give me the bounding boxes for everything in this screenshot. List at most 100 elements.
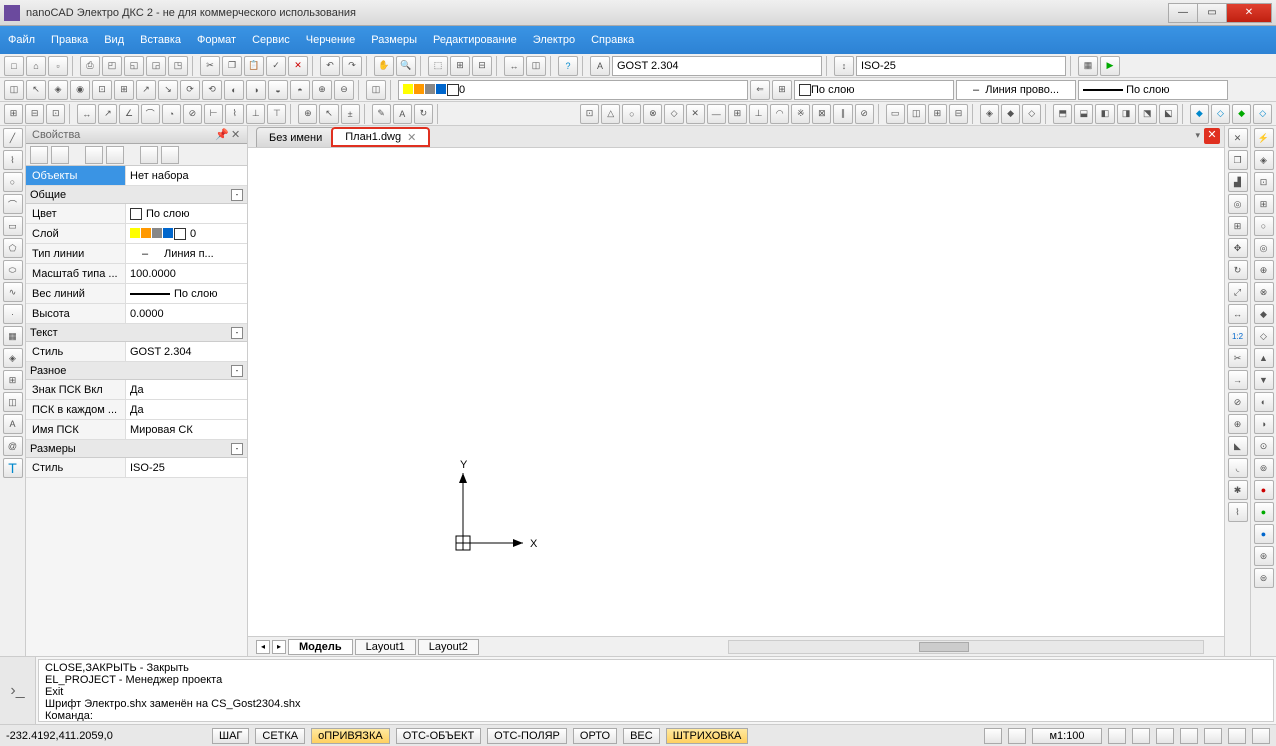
tb2-6[interactable]: ⊞ xyxy=(114,80,134,100)
textstyle-select[interactable]: GOST 2.304 xyxy=(612,56,822,76)
el-1[interactable]: ⚡ xyxy=(1254,128,1274,148)
el-9[interactable]: ◆ xyxy=(1254,304,1274,324)
osnap-cen[interactable]: ○ xyxy=(622,104,641,124)
mtext-icon[interactable]: A xyxy=(3,414,23,434)
section-general[interactable]: Общие- xyxy=(26,186,247,204)
el-4[interactable]: ⊞ xyxy=(1254,194,1274,214)
distance-icon[interactable]: ↔ xyxy=(504,56,524,76)
layer-prev-icon[interactable]: ⇐ xyxy=(750,80,770,100)
dim-edit[interactable]: ✎ xyxy=(372,104,391,124)
rotate-icon[interactable]: ↻ xyxy=(1228,260,1248,280)
section-misc[interactable]: Разное- xyxy=(26,362,247,380)
text-icon[interactable]: T xyxy=(3,458,23,478)
view-back[interactable]: ⬕ xyxy=(1159,104,1178,124)
status-icon-7[interactable] xyxy=(1204,728,1222,744)
color-select[interactable]: По слою xyxy=(794,80,954,100)
lineweight-select[interactable]: По слою xyxy=(1078,80,1228,100)
stretch-icon[interactable]: ↔ xyxy=(1228,304,1248,324)
section-dims[interactable]: Размеры- xyxy=(26,440,247,458)
close-button[interactable]: ✕ xyxy=(1226,3,1272,23)
status-icon-6[interactable] xyxy=(1180,728,1198,744)
trim-icon[interactable]: ✂ xyxy=(1228,348,1248,368)
close-all-tabs-icon[interactable]: ✕ xyxy=(1204,128,1220,144)
hatch-icon[interactable]: ▦ xyxy=(3,326,23,346)
erase-icon[interactable]: ✕ xyxy=(1228,128,1248,148)
cut-icon[interactable]: ✂ xyxy=(200,56,220,76)
vp-2[interactable]: ◫ xyxy=(907,104,926,124)
dim-tol[interactable]: ± xyxy=(341,104,360,124)
tb2-10[interactable]: ⟲ xyxy=(202,80,222,100)
osnap-int[interactable]: ✕ xyxy=(686,104,705,124)
menu-file[interactable]: Файл xyxy=(8,34,35,46)
pt-4[interactable] xyxy=(106,146,124,164)
lt-first[interactable]: ◂ xyxy=(256,640,270,654)
pan-icon[interactable]: ✋ xyxy=(374,56,394,76)
tb2-cursor[interactable]: ↖ xyxy=(26,80,46,100)
status-icon-8[interactable] xyxy=(1228,728,1246,744)
dim-tedit[interactable]: A xyxy=(393,104,412,124)
dim-cont[interactable]: ⊤ xyxy=(267,104,286,124)
status-icon-1[interactable] xyxy=(984,728,1002,744)
tb2-9[interactable]: ⟳ xyxy=(180,80,200,100)
tb2-13[interactable]: ◒ xyxy=(268,80,288,100)
el-14[interactable]: ◑ xyxy=(1254,414,1274,434)
osnap-node[interactable]: ⊗ xyxy=(643,104,662,124)
status-icon-5[interactable] xyxy=(1156,728,1174,744)
prop-ucs-name[interactable]: Имя ПСК Мировая СК xyxy=(26,420,247,440)
view-top[interactable]: ⬒ xyxy=(1053,104,1072,124)
zoom-icon[interactable]: 🔍 xyxy=(396,56,416,76)
pt-6[interactable] xyxy=(161,146,179,164)
scale-icon[interactable]: ⤢ xyxy=(1228,282,1248,302)
el-20[interactable]: ⊛ xyxy=(1254,546,1274,566)
osnap-none[interactable]: ⊘ xyxy=(855,104,874,124)
undo-icon[interactable]: ↶ xyxy=(320,56,340,76)
el-3[interactable]: ⊡ xyxy=(1254,172,1274,192)
status-scale[interactable]: м1:100 xyxy=(1032,728,1102,744)
dim-update[interactable]: ↻ xyxy=(414,104,433,124)
redo-icon[interactable]: ↷ xyxy=(342,56,362,76)
el-5[interactable]: ○ xyxy=(1254,216,1274,236)
pt-3[interactable] xyxy=(85,146,103,164)
zoom-window-icon[interactable]: ⬚ xyxy=(428,56,448,76)
settings-icon[interactable]: ▶ xyxy=(1100,56,1120,76)
osnap-tan[interactable]: ◠ xyxy=(770,104,789,124)
3d-3[interactable]: ◇ xyxy=(1022,104,1041,124)
view-right[interactable]: ◨ xyxy=(1117,104,1136,124)
zoom-extents-icon[interactable]: ⊞ xyxy=(450,56,470,76)
status-icon-9[interactable] xyxy=(1252,728,1270,744)
zoom-prev-icon[interactable]: ⊟ xyxy=(472,56,492,76)
array-icon[interactable]: ⊞ xyxy=(1228,216,1248,236)
lt-prev[interactable]: ▸ xyxy=(272,640,286,654)
view-front[interactable]: ⬔ xyxy=(1138,104,1157,124)
dim-radius[interactable]: ◔ xyxy=(162,104,181,124)
layer-select[interactable]: 0 xyxy=(398,80,748,100)
linetype-select[interactable]: – Линия прово... xyxy=(956,80,1076,100)
pt-5[interactable] xyxy=(140,146,158,164)
osnap-quad[interactable]: ◇ xyxy=(664,104,683,124)
menu-modify[interactable]: Редактирование xyxy=(433,34,517,46)
prop-textstyle[interactable]: Стиль GOST 2.304 xyxy=(26,342,247,362)
doc-tab-untitled[interactable]: Без имени xyxy=(256,127,335,147)
tb2-3[interactable]: ◈ xyxy=(48,80,68,100)
fillet-icon[interactable]: ◟ xyxy=(1228,458,1248,478)
delete-icon[interactable]: ✕ xyxy=(288,56,308,76)
region-icon[interactable]: ◈ xyxy=(3,348,23,368)
osnap-par[interactable]: ∥ xyxy=(833,104,852,124)
tb2-5[interactable]: ⊡ xyxy=(92,80,112,100)
tb2-4[interactable]: ◉ xyxy=(70,80,90,100)
join-icon[interactable]: ⊕ xyxy=(1228,414,1248,434)
tb2-11[interactable]: ◐ xyxy=(224,80,244,100)
ellipse-icon[interactable]: ⬭ xyxy=(3,260,23,280)
explode-icon[interactable]: ✱ xyxy=(1228,480,1248,500)
dim-1[interactable]: ⊞ xyxy=(4,104,23,124)
prop-objects[interactable]: Объекты Нет набора xyxy=(26,166,247,186)
minimize-button[interactable]: — xyxy=(1168,3,1198,23)
menu-format[interactable]: Формат xyxy=(197,34,236,46)
vp-1[interactable]: ▭ xyxy=(886,104,905,124)
mirror-icon[interactable]: ▟ xyxy=(1228,172,1248,192)
circle-icon[interactable]: ○ xyxy=(3,172,23,192)
iso-ne[interactable]: ◆ xyxy=(1232,104,1251,124)
spline-icon[interactable]: ∿ xyxy=(3,282,23,302)
prop-ucs-each[interactable]: ПСК в каждом ... Да xyxy=(26,400,247,420)
menu-view[interactable]: Вид xyxy=(104,34,124,46)
